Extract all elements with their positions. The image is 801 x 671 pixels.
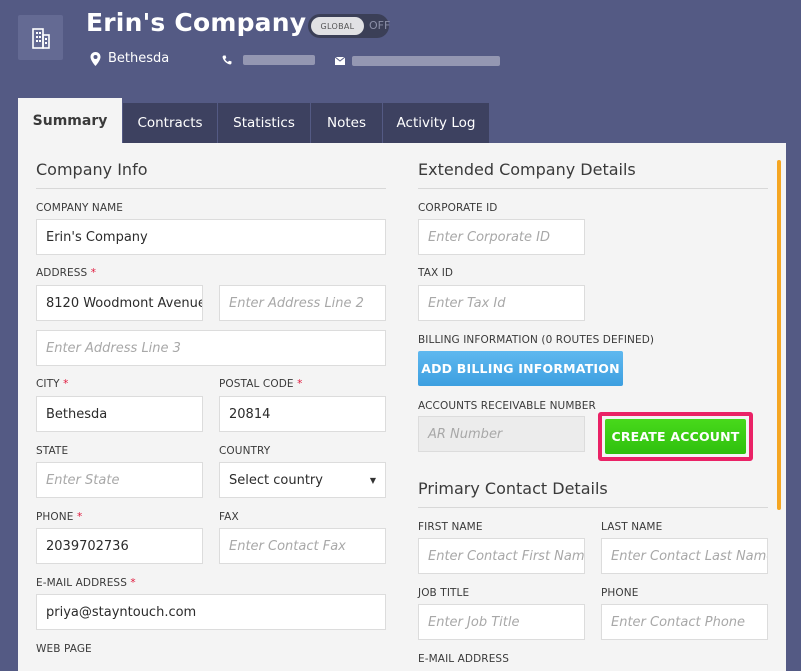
email-field[interactable]: priya@stayntouch.com	[36, 594, 386, 630]
company-name-label: COMPANY NAME	[36, 202, 124, 214]
primary-contact-title: Primary Contact Details	[418, 479, 608, 498]
ar-number-label: ACCOUNTS RECEIVABLE NUMBER	[418, 400, 596, 412]
postal-code-label: POSTAL CODE *	[219, 378, 302, 390]
city-field[interactable]: Bethesda	[36, 396, 203, 432]
tab-bar: Summary Contracts Statistics Notes Activ…	[18, 98, 490, 143]
last-name-label: LAST NAME	[601, 521, 663, 533]
primary-contact-divider	[418, 507, 768, 508]
phone-icon	[222, 55, 232, 65]
add-billing-info-button[interactable]: ADD BILLING INFORMATION	[418, 351, 623, 386]
state-field[interactable]: Enter State	[36, 462, 203, 498]
contact-email-label: E-MAIL ADDRESS	[418, 653, 509, 665]
state-label: STATE	[36, 445, 69, 457]
email-label-text: E-MAIL ADDRESS	[36, 577, 127, 589]
first-name-field[interactable]: Enter Contact First Name	[418, 538, 585, 574]
global-toggle-state: OFF	[369, 19, 391, 32]
address-line1-field[interactable]: 8120 Woodmont Avenue	[36, 285, 203, 321]
web-page-label: WEB PAGE	[36, 643, 92, 655]
tax-id-field[interactable]: Enter Tax Id	[418, 285, 585, 321]
location-pin-icon	[90, 51, 101, 66]
corporate-id-label: CORPORATE ID	[418, 202, 498, 214]
address-line2-field[interactable]: Enter Address Line 2	[219, 285, 386, 321]
billing-info-label: BILLING INFORMATION (0 ROUTES DEFINED)	[418, 334, 655, 346]
city-label-text: CITY	[36, 378, 60, 390]
tab-notes[interactable]: Notes	[311, 103, 383, 143]
address-line3-field[interactable]: Enter Address Line 3	[36, 330, 386, 366]
contact-phone-field[interactable]: Enter Contact Phone	[601, 604, 768, 640]
location-text: Bethesda	[108, 51, 170, 66]
phone-label-text: PHONE	[36, 511, 74, 523]
email-label: E-MAIL ADDRESS *	[36, 577, 136, 589]
city-label: CITY *	[36, 378, 68, 390]
job-title-label: JOB TITLE	[418, 587, 470, 599]
postal-code-label-text: POSTAL CODE	[219, 378, 294, 390]
company-location: Bethesda	[90, 51, 169, 66]
fax-label: FAX	[219, 511, 239, 523]
create-account-button[interactable]: CREATE ACCOUNT	[605, 419, 746, 454]
last-name-field[interactable]: Enter Contact Last Name	[601, 538, 768, 574]
phone-redacted	[243, 55, 315, 65]
company-title: Erin's Company	[86, 8, 307, 37]
required-marker: *	[76, 511, 83, 523]
tab-activity-log[interactable]: Activity Log	[383, 103, 490, 143]
first-name-label: FIRST NAME	[418, 521, 483, 533]
tab-statistics[interactable]: Statistics	[218, 103, 311, 143]
company-logo	[18, 15, 63, 60]
building-icon	[31, 27, 50, 49]
extended-details-divider	[418, 188, 768, 189]
contact-phone-label: PHONE	[601, 587, 639, 599]
email-icon	[335, 57, 345, 65]
company-info-divider	[36, 188, 386, 189]
company-name-field[interactable]: Erin's Company	[36, 219, 386, 255]
job-title-field[interactable]: Enter Job Title	[418, 604, 585, 640]
global-toggle-label: GLOBAL	[311, 17, 364, 35]
required-marker: *	[130, 577, 136, 589]
required-marker: *	[90, 267, 97, 279]
country-select[interactable]: Select country ▼	[219, 462, 386, 498]
phone-field[interactable]: 2039702736	[36, 528, 203, 564]
corporate-id-field[interactable]: Enter Corporate ID	[418, 219, 585, 255]
scrollbar[interactable]	[777, 160, 781, 510]
email-redacted	[352, 56, 500, 66]
country-select-value: Select country	[229, 472, 323, 488]
global-toggle[interactable]: GLOBAL OFF	[308, 14, 391, 38]
ar-number-field[interactable]: AR Number	[418, 416, 585, 452]
address-label: ADDRESS *	[36, 267, 96, 279]
address-label-text: ADDRESS	[36, 267, 88, 279]
required-marker: *	[297, 378, 303, 390]
country-label: COUNTRY	[219, 445, 271, 457]
required-marker: *	[63, 378, 69, 390]
dropdown-caret-icon: ▼	[369, 475, 376, 485]
fax-field[interactable]: Enter Contact Fax	[219, 528, 386, 564]
extended-details-title: Extended Company Details	[418, 160, 636, 179]
phone-label: PHONE *	[36, 511, 82, 523]
postal-code-field[interactable]: 20814	[219, 396, 386, 432]
tab-summary[interactable]: Summary	[18, 98, 123, 143]
company-info-title: Company Info	[36, 160, 148, 179]
tab-contracts[interactable]: Contracts	[123, 103, 218, 143]
tax-id-label: TAX ID	[418, 267, 454, 279]
